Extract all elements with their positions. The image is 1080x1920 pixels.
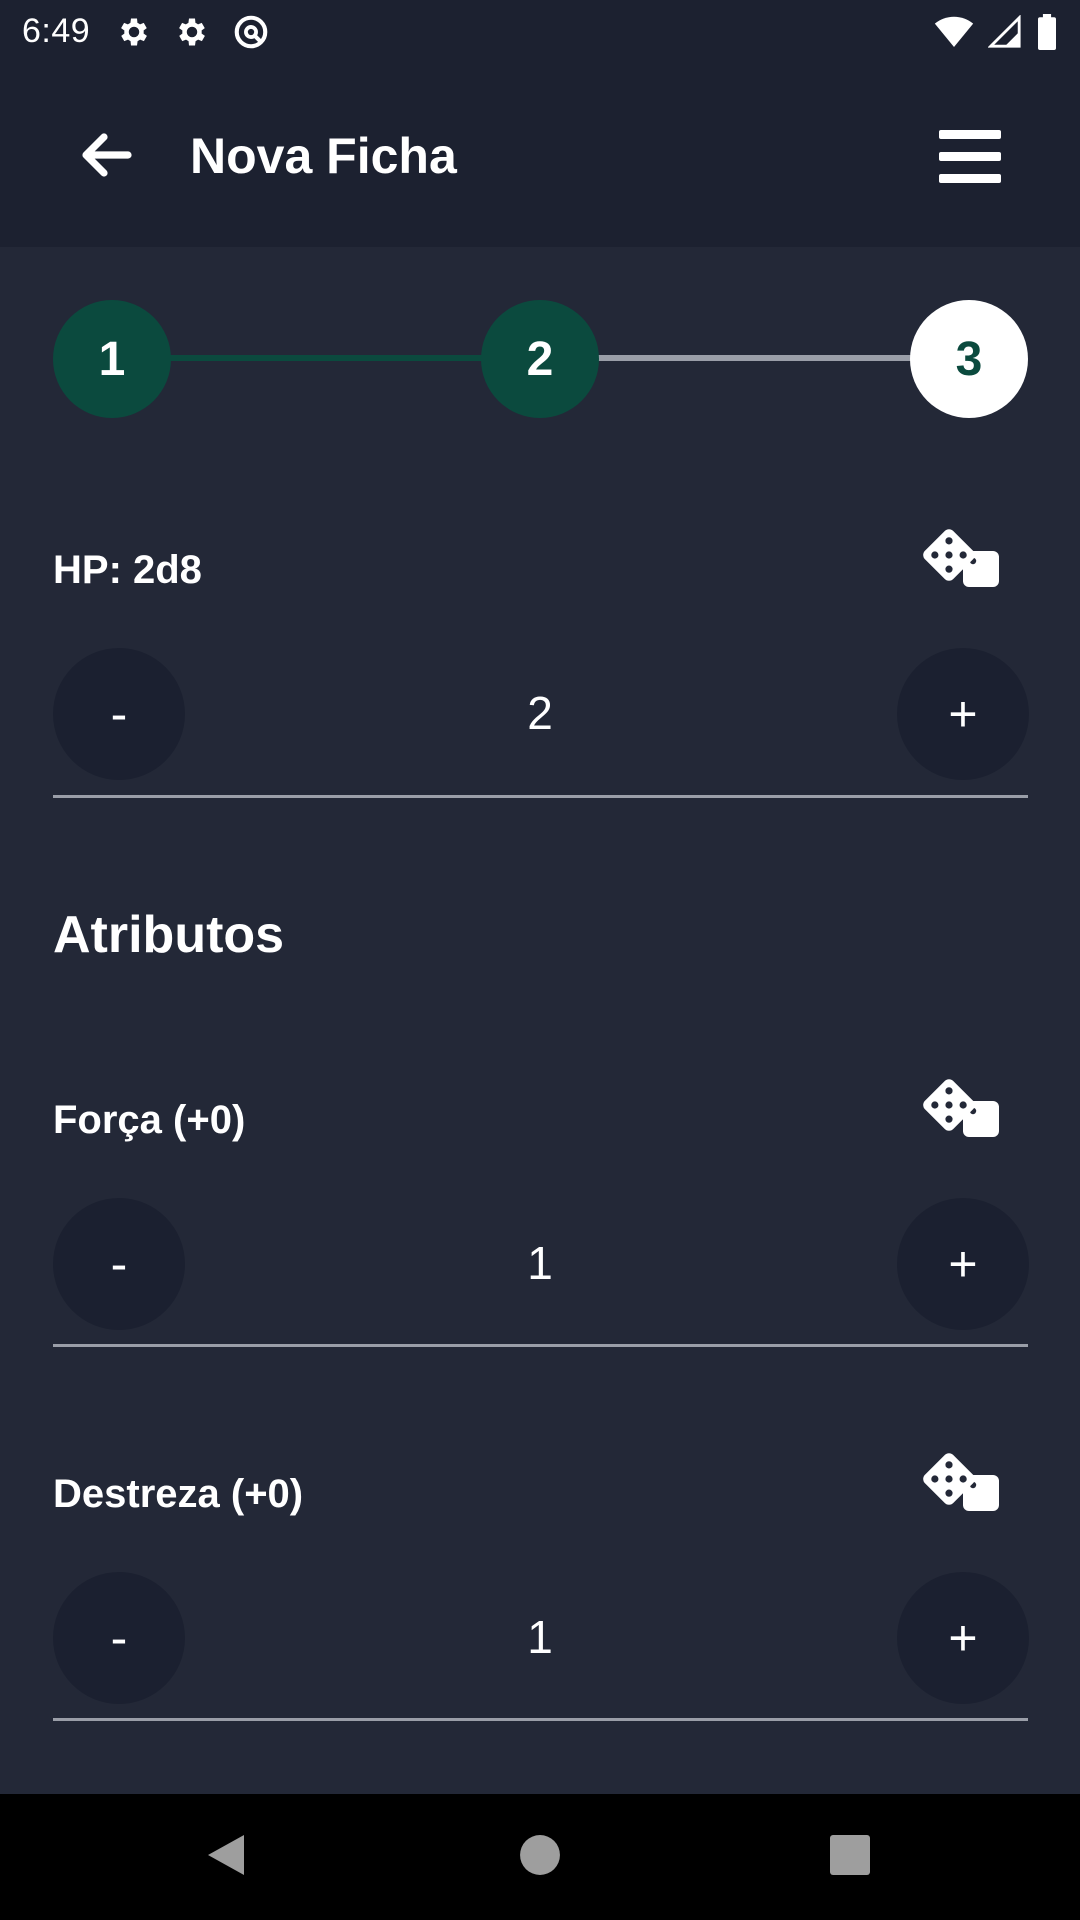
dice-icon (921, 527, 1005, 598)
hp-value: 2 (527, 687, 553, 739)
app-bar: Nova Ficha (0, 63, 1080, 247)
destreza-increment-button[interactable]: + (897, 1572, 1029, 1704)
nav-home-button[interactable] (497, 1814, 583, 1900)
signal-icon (988, 14, 1022, 49)
destreza-underline (53, 1718, 1028, 1721)
destreza-roll-dice-button[interactable] (918, 1446, 1008, 1526)
status-right-icons (934, 13, 1058, 50)
status-time: 6:49 (22, 12, 91, 50)
recents-square-icon (830, 1834, 870, 1880)
page-title: Nova Ficha (190, 128, 457, 184)
dice-icon (921, 1451, 1005, 1522)
forca-decrement-button[interactable]: - (53, 1198, 185, 1330)
destreza-decrement-button[interactable]: - (53, 1572, 185, 1704)
hp-decrement-button[interactable]: - (53, 648, 185, 780)
hp-roll-dice-button[interactable] (918, 522, 1008, 602)
nav-back-button[interactable] (183, 1814, 269, 1900)
step-3[interactable]: 3 (910, 300, 1028, 418)
gear-icon (174, 14, 210, 50)
home-circle-icon (519, 1834, 561, 1881)
hp-underline (53, 795, 1028, 798)
battery-icon (1036, 13, 1058, 50)
forca-increment-button[interactable]: + (897, 1198, 1029, 1330)
step-line-2-3 (590, 355, 920, 361)
status-bar: 6:49 (0, 0, 1080, 63)
forca-roll-dice-button[interactable] (918, 1072, 1008, 1152)
gear-icon (116, 14, 152, 50)
vpn-key-icon (232, 13, 270, 51)
hamburger-menu-icon (939, 129, 1001, 189)
back-button[interactable] (68, 119, 144, 195)
hp-increment-button[interactable]: + (897, 648, 1029, 780)
back-triangle-icon (204, 1831, 248, 1884)
forca-label: Força (+0) (53, 1098, 246, 1142)
nav-recents-button[interactable] (807, 1814, 893, 1900)
dice-icon (921, 1077, 1005, 1148)
step-2[interactable]: 2 (481, 300, 599, 418)
attributes-title: Atributos (53, 906, 285, 964)
step-1[interactable]: 1 (53, 300, 171, 418)
destreza-label: Destreza (+0) (53, 1472, 304, 1516)
status-left-icons (116, 13, 270, 51)
hp-label: HP: 2d8 (53, 548, 202, 592)
step-line-1-2 (150, 355, 490, 361)
forca-value: 1 (527, 1237, 553, 1289)
system-nav-bar (0, 1794, 1080, 1920)
wifi-icon (934, 15, 974, 49)
arrow-left-icon (80, 131, 132, 184)
forca-underline (53, 1344, 1028, 1347)
menu-button[interactable] (930, 119, 1010, 199)
destreza-value: 1 (527, 1611, 553, 1663)
